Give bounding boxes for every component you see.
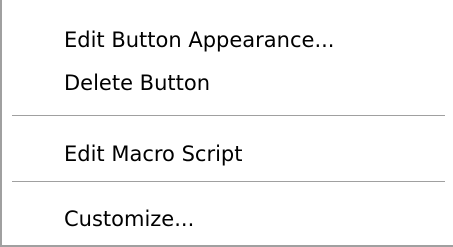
menu-item-edit-macro-script[interactable]: Edit Macro Script bbox=[4, 134, 453, 174]
menu-item-customize[interactable]: Customize... bbox=[4, 199, 453, 239]
menu-separator bbox=[12, 115, 445, 117]
context-menu: Edit Button Appearance... Delete Button … bbox=[0, 0, 453, 247]
menu-item-delete-button[interactable]: Delete Button bbox=[4, 63, 453, 103]
menu-separator bbox=[12, 181, 445, 183]
menu-item-edit-button-appearance[interactable]: Edit Button Appearance... bbox=[4, 20, 453, 60]
